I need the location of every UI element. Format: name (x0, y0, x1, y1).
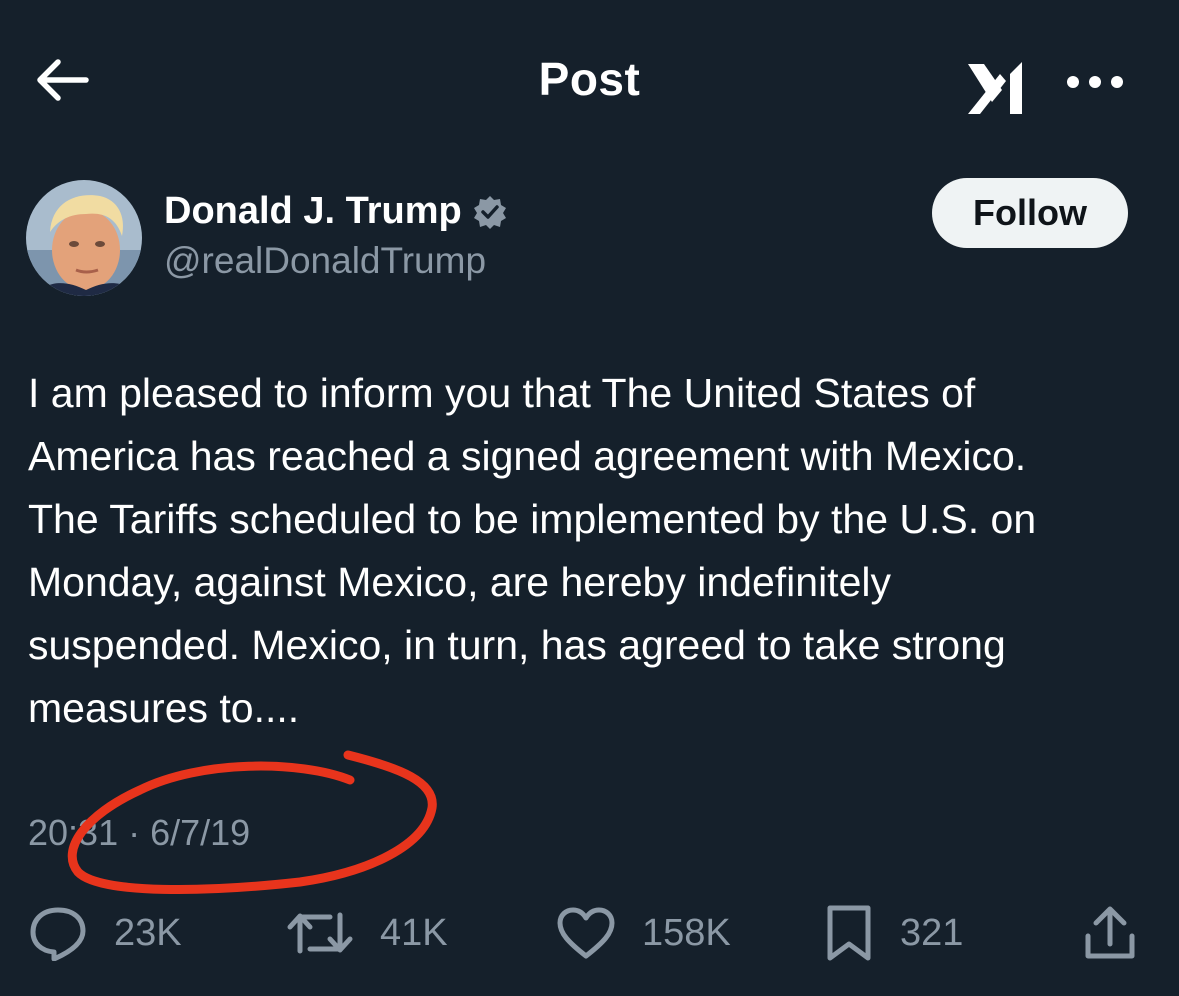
action-bar: 23K 41K 158K 321 (0, 898, 1179, 968)
more-button[interactable] (1064, 64, 1126, 100)
author-name-row: Donald J. Trump (164, 190, 508, 233)
post-timestamp[interactable]: 20:31 · 6/7/19 (28, 812, 250, 854)
bookmark-icon (827, 905, 871, 961)
like-button[interactable]: 158K (556, 898, 731, 968)
repost-button[interactable]: 41K (286, 898, 448, 968)
heart-icon (557, 907, 615, 959)
avatar[interactable] (26, 180, 142, 296)
author-handle[interactable]: @realDonaldTrump (164, 240, 486, 282)
reply-button[interactable]: 23K (28, 898, 182, 968)
share-button[interactable] (1082, 898, 1138, 968)
author-name[interactable]: Donald J. Trump (164, 190, 462, 233)
repost-count: 41K (380, 911, 448, 954)
reply-icon (30, 907, 86, 961)
post-screen: Post Donald J. Trump @realDonaldTrump Fo… (0, 0, 1179, 996)
follow-button[interactable]: Follow (932, 178, 1128, 248)
post-text: I am pleased to inform you that The Unit… (28, 370, 1037, 731)
bookmark-button[interactable]: 321 (824, 898, 963, 968)
share-icon (1085, 906, 1135, 959)
more-horizontal-icon (1067, 76, 1123, 88)
reply-count: 23K (114, 911, 182, 954)
repost-icon (287, 912, 353, 954)
like-count: 158K (642, 911, 731, 954)
bookmark-count: 321 (900, 911, 964, 954)
grok-button[interactable] (962, 54, 1034, 120)
verified-badge-icon (473, 195, 506, 229)
avatar-image (26, 180, 142, 296)
grok-icon (968, 62, 1022, 114)
